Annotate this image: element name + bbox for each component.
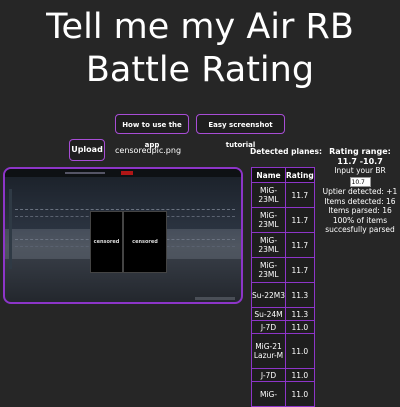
plane-name: J-7D xyxy=(251,368,286,382)
title-line-2: Battle Rating xyxy=(85,50,315,90)
preview-hud-detail xyxy=(65,172,105,174)
plane-rating: 11.7 xyxy=(285,207,315,233)
preview-hud-bar xyxy=(5,169,241,177)
table-row: J-7D 11.0 xyxy=(251,320,315,334)
plane-rating: 11.0 xyxy=(285,333,315,369)
parse-success: 100% of items succesfully parsed xyxy=(325,215,395,235)
column-header-name: Name xyxy=(251,167,286,183)
br-input-row xyxy=(320,177,400,187)
censored-panel-right: censored xyxy=(123,211,167,273)
preview-bottom-strip xyxy=(195,297,235,300)
plane-name: MiG-21 Lazur-M xyxy=(251,333,286,369)
plane-name: MiG-23ML xyxy=(251,182,286,208)
plane-rating: 11.3 xyxy=(285,307,315,321)
items-detected: Items detected: 16 xyxy=(324,196,396,206)
preview-hud-marker xyxy=(121,171,133,175)
table-row: Su-24M 11.3 xyxy=(251,307,315,321)
input-br-label: Input your BR xyxy=(334,166,386,175)
uploaded-filename: censoredpic.png xyxy=(115,146,182,155)
table-row: MiG-23ML 11.7 xyxy=(251,232,315,258)
rating-info-panel: Rating range: 11.7 -10.7 Input your BR U… xyxy=(320,147,400,235)
plane-name: MiG-23ML xyxy=(251,232,286,258)
title-line-1: Tell me my Air RB xyxy=(46,7,354,47)
plane-name: J-7D xyxy=(251,320,286,334)
plane-rating: 11.7 xyxy=(285,182,315,208)
censored-panel-left: censored xyxy=(90,211,123,273)
plane-rating: 11.7 xyxy=(285,257,315,283)
plane-rating: 11.7 xyxy=(285,232,315,258)
page-title: Tell me my Air RB Battle Rating xyxy=(0,6,400,92)
screenshot-tutorial-button[interactable]: Easy screenshot tutorial xyxy=(196,114,285,149)
table-row: MiG-23ML 11.7 xyxy=(251,182,315,208)
plane-rating: 11.0 xyxy=(285,381,315,407)
preview-side-bar xyxy=(9,189,12,269)
planes-table: Name Rating MiG-23ML 11.7 MiG-23ML 11.7 … xyxy=(251,167,315,407)
plane-name: Su-24M xyxy=(251,307,286,321)
uptier-status: Uptier detected: +1 xyxy=(322,187,398,196)
screenshot-preview: censored censored xyxy=(3,167,243,304)
items-parsed: Items parsed: 16 xyxy=(328,206,392,215)
column-header-rating: Rating xyxy=(285,167,315,183)
detected-planes-label: Detected planes: xyxy=(250,147,322,156)
table-row: MiG-23ML 11.7 xyxy=(251,257,315,283)
rating-range: Rating range: 11.7 -10.7 xyxy=(329,147,391,166)
plane-rating: 11.0 xyxy=(285,320,315,334)
br-input[interactable] xyxy=(349,177,371,187)
plane-rating: 11.0 xyxy=(285,368,315,382)
plane-name: MiG-23ML xyxy=(251,207,286,233)
how-to-use-button[interactable]: How to use the app xyxy=(115,114,189,149)
table-row: J-7D 11.0 xyxy=(251,368,315,382)
plane-name: MiG- xyxy=(251,381,286,407)
table-row: MiG- 11.0 xyxy=(251,381,315,407)
plane-rating: 11.3 xyxy=(285,282,315,308)
table-row: MiG-23ML 11.7 xyxy=(251,207,315,233)
upload-button[interactable]: Upload xyxy=(69,139,105,161)
plane-name: MiG-23ML xyxy=(251,257,286,283)
table-row: MiG-21 Lazur-M 11.0 xyxy=(251,333,315,369)
plane-name: Su-22M3 xyxy=(251,282,286,308)
table-row: Su-22M3 11.3 xyxy=(251,282,315,308)
